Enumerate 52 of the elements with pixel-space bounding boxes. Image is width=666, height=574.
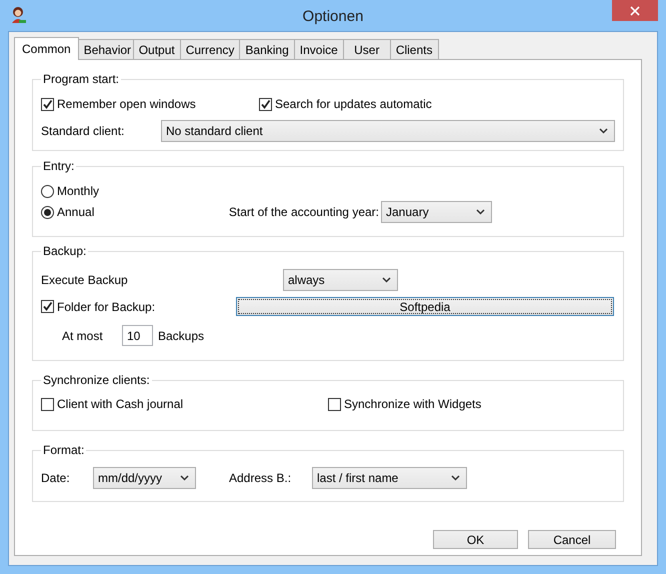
checkbox-label: Search for updates automatic bbox=[275, 97, 432, 111]
address-format-dropdown[interactable]: last / first name bbox=[312, 467, 467, 489]
group-title: Program start: bbox=[42, 72, 120, 86]
tab[interactable]: Currency bbox=[180, 39, 240, 59]
close-icon bbox=[630, 6, 640, 16]
count-input[interactable]: 10 bbox=[122, 325, 153, 346]
field-label: Standard client: bbox=[41, 124, 126, 138]
person-icon bbox=[10, 6, 26, 24]
backup-dropdown[interactable]: always bbox=[283, 269, 398, 291]
field-label: Execute Backup bbox=[41, 273, 129, 287]
field-label: Address B.: bbox=[229, 471, 292, 485]
tab[interactable]: Clients bbox=[390, 39, 438, 59]
chevron-down-icon bbox=[180, 475, 189, 481]
radio-label: Annual bbox=[57, 205, 94, 219]
checkbox-label: Folder for Backup: bbox=[57, 300, 156, 314]
close-button[interactable] bbox=[612, 0, 658, 21]
chevron-down-icon bbox=[451, 475, 460, 481]
checkbox[interactable] bbox=[41, 300, 54, 313]
month-dropdown[interactable]: January bbox=[381, 201, 492, 223]
checkbox[interactable] bbox=[328, 398, 341, 410]
chevron-down-icon bbox=[382, 277, 391, 283]
radio-button[interactable] bbox=[41, 206, 54, 218]
tab[interactable]: Invoice bbox=[294, 39, 344, 59]
checkbox-label: Synchronize with Widgets bbox=[344, 397, 482, 411]
checkbox[interactable] bbox=[259, 98, 272, 110]
group-title: Entry: bbox=[42, 159, 76, 173]
tab[interactable]: Banking bbox=[239, 39, 295, 59]
radio-button[interactable] bbox=[41, 184, 54, 198]
group-title: Backup: bbox=[42, 244, 88, 258]
checkbox-label: Remember open windows bbox=[57, 97, 196, 111]
chevron-down-icon bbox=[476, 209, 485, 215]
checkbox[interactable] bbox=[41, 98, 54, 110]
tab[interactable]: Behavior bbox=[78, 39, 134, 59]
folder-button[interactable]: Softpedia bbox=[236, 297, 614, 316]
chevron-down-icon bbox=[599, 128, 608, 134]
field-label: Start of the accounting year: bbox=[228, 205, 379, 219]
cancel-button[interactable]: Cancel bbox=[528, 530, 616, 549]
checkbox[interactable] bbox=[41, 398, 54, 410]
client-dropdown[interactable]: No standard client bbox=[161, 120, 615, 142]
group-title: Format: bbox=[42, 443, 86, 457]
field-label: At most bbox=[62, 328, 104, 342]
tab[interactable]: Common bbox=[14, 37, 79, 60]
window-title: Optionen bbox=[302, 8, 364, 25]
checkbox-label: Client with Cash journal bbox=[57, 397, 184, 411]
tab[interactable]: Output bbox=[132, 39, 181, 59]
date-format-dropdown[interactable]: mm/dd/yyyy bbox=[93, 467, 196, 489]
unit-label: Backups bbox=[158, 328, 204, 342]
radio-label: Monthly bbox=[57, 184, 100, 198]
field-label: Date: bbox=[41, 471, 71, 485]
ok-button[interactable]: OK bbox=[433, 530, 518, 549]
group-title: Synchronize clients: bbox=[42, 373, 151, 387]
tab[interactable]: User bbox=[342, 39, 391, 59]
